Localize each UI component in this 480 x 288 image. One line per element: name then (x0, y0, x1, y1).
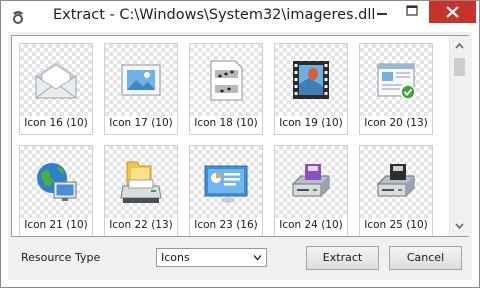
icon-caption: Icon 19 (10) (279, 117, 343, 129)
vertical-scrollbar[interactable] (449, 36, 469, 236)
icon-tile[interactable]: Icon 20 (13) (359, 43, 433, 135)
scrollbar-thumb[interactable] (454, 58, 465, 76)
document-check-icon (377, 63, 416, 100)
icon-tile[interactable]: Icon 22 (13) (104, 145, 178, 236)
icon-caption: Icon 16 (10) (24, 117, 88, 129)
icon-tile[interactable]: Icon 25 (10) (359, 145, 433, 236)
icon-tile[interactable]: Icon 21 (10) (19, 145, 93, 236)
icon-tile[interactable]: Icon 16 (10) (19, 43, 93, 135)
picture-frame-icon (121, 64, 161, 96)
minimize-icon (377, 13, 387, 15)
minimize-button[interactable] (368, 1, 396, 23)
floppy-drive-icon (292, 164, 330, 197)
icon-caption: Icon 20 (13) (364, 117, 428, 129)
printer-folder-icon (120, 161, 162, 203)
maximize-button[interactable] (398, 1, 426, 23)
maximize-icon (406, 5, 418, 16)
window-title: Extract - C:\Windows\System32\imageres.d… (53, 7, 376, 23)
close-button[interactable] (429, 1, 476, 23)
icon-grid: Icon 16 (10) Icon 17 (10) Icon 18 (10) I… (12, 36, 448, 236)
film-strip-icon (293, 61, 329, 99)
icon-tile[interactable]: Icon 19 (10) (274, 43, 348, 135)
icon-caption: Icon 23 (16) (194, 219, 258, 231)
icon-tile[interactable]: Icon 23 (16) (189, 145, 263, 236)
floppy-drive-dark-icon (377, 164, 415, 197)
icon-caption: Icon 24 (10) (279, 219, 343, 231)
icon-caption: Icon 21 (10) (24, 219, 88, 231)
icon-tile[interactable]: Icon 18 (10) (189, 43, 263, 135)
scroll-down-arrow-icon[interactable] (450, 218, 469, 234)
chevron-down-icon (253, 255, 262, 261)
icon-caption: Icon 22 (13) (109, 219, 173, 231)
scroll-up-arrow-icon[interactable] (450, 38, 469, 54)
control-panel-icon (204, 165, 248, 203)
sheet-music-icon (210, 60, 243, 101)
app-icon (13, 11, 23, 24)
resource-type-label: Resource Type (21, 251, 101, 264)
resource-type-value: Icons (161, 251, 190, 264)
icon-tile[interactable]: Icon 24 (10) (274, 145, 348, 236)
close-icon (446, 6, 459, 18)
extract-button[interactable]: Extract (306, 246, 379, 270)
icon-tile[interactable]: Icon 17 (10) (104, 43, 178, 135)
extract-dialog: Extract - C:\Windows\System32\imageres.d… (0, 0, 480, 288)
icon-caption: Icon 17 (10) (109, 117, 173, 129)
title-bar[interactable]: Extract - C:\Windows\System32\imageres.d… (1, 1, 479, 32)
cancel-button[interactable]: Cancel (389, 246, 462, 270)
icon-caption: Icon 18 (10) (194, 117, 258, 129)
mail-envelope-icon (35, 62, 77, 99)
icon-list-view[interactable]: Icon 16 (10) Icon 17 (10) Icon 18 (10) I… (11, 35, 469, 237)
icon-caption: Icon 25 (10) (364, 219, 428, 231)
globe-network-icon (37, 163, 77, 201)
dialog-client-area: Icon 16 (10) Icon 17 (10) Icon 18 (10) I… (8, 32, 472, 280)
resource-type-select[interactable]: Icons (156, 248, 267, 267)
